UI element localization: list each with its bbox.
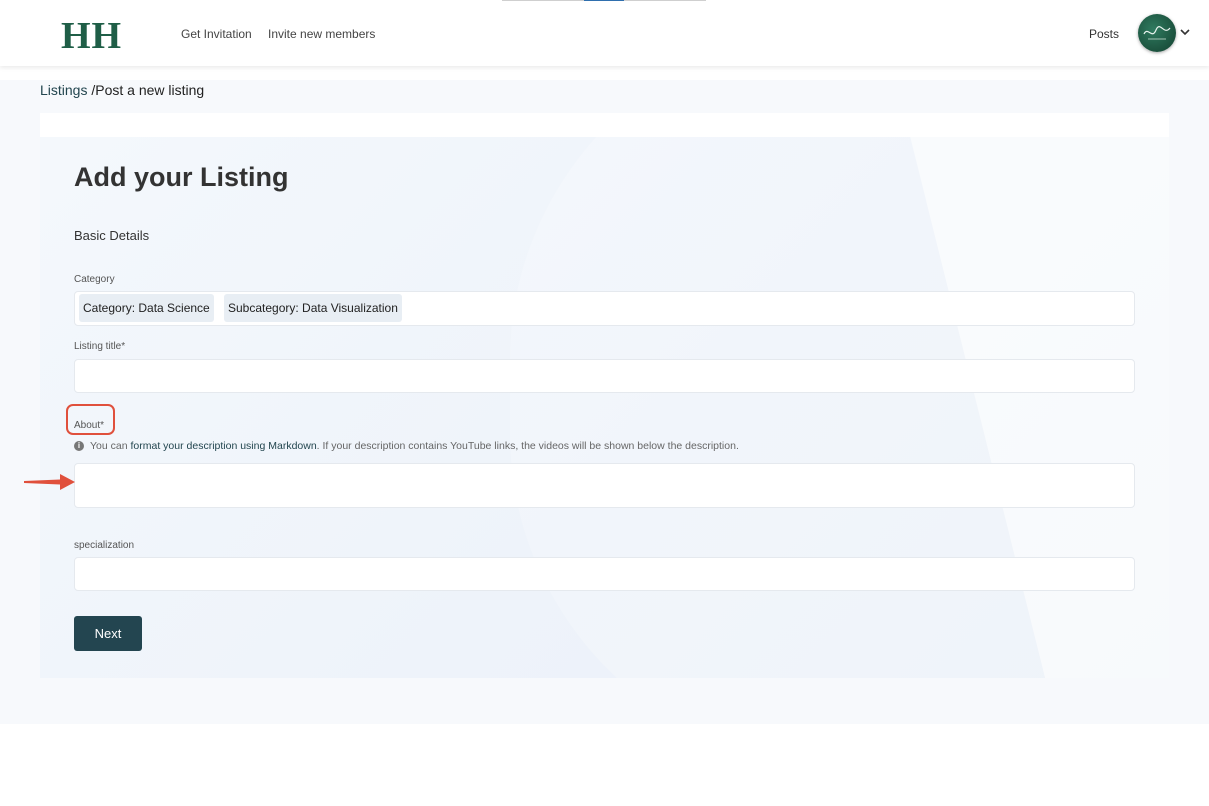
about-textarea[interactable]	[74, 463, 1135, 508]
breadcrumb: Listings /Post a new listing	[40, 82, 204, 98]
nav-get-invitation[interactable]: Get Invitation	[181, 27, 252, 41]
top-navigation-bar: HH Get Invitation Invite new members Pos…	[0, 0, 1209, 66]
chevron-down-icon[interactable]	[1179, 26, 1191, 38]
specialization-label: specialization	[74, 540, 135, 551]
tab-indicator	[502, 0, 584, 1]
listing-title-input[interactable]	[74, 359, 1135, 393]
tab-indicator-active	[584, 0, 624, 1]
subcategory-chip[interactable]: Subcategory: Data Visualization	[224, 294, 402, 322]
annotation-highlight-box	[66, 404, 115, 435]
specialization-input[interactable]	[74, 557, 1135, 591]
listing-title-label: Listing title*	[74, 341, 126, 352]
nav-posts[interactable]: Posts	[1089, 27, 1119, 41]
card-header-strip	[40, 113, 1169, 137]
markdown-help-link[interactable]: format your description using Markdown	[131, 440, 317, 452]
about-hint: i You can format your description using …	[74, 440, 739, 452]
about-hint-prefix: You can	[90, 440, 128, 452]
site-logo[interactable]: HH	[61, 14, 122, 58]
breadcrumb-listings-link[interactable]: Listings	[40, 82, 87, 98]
page-title: Add your Listing	[74, 162, 289, 192]
listing-form-card	[40, 137, 1169, 678]
section-title: Basic Details	[74, 228, 150, 243]
nav-invite-new-members[interactable]: Invite new members	[268, 27, 375, 41]
breadcrumb-current: Post a new listing	[95, 82, 205, 98]
category-label: Category	[74, 274, 115, 285]
about-hint-suffix: . If your description contains YouTube l…	[316, 440, 739, 452]
category-chip[interactable]: Category: Data Science	[79, 294, 214, 322]
user-avatar[interactable]	[1138, 14, 1176, 52]
next-button[interactable]: Next	[74, 616, 142, 651]
avatar-signature-icon	[1143, 25, 1171, 40]
arrow-right-icon	[24, 474, 75, 490]
info-icon: i	[74, 441, 84, 451]
tab-indicator	[624, 0, 706, 1]
